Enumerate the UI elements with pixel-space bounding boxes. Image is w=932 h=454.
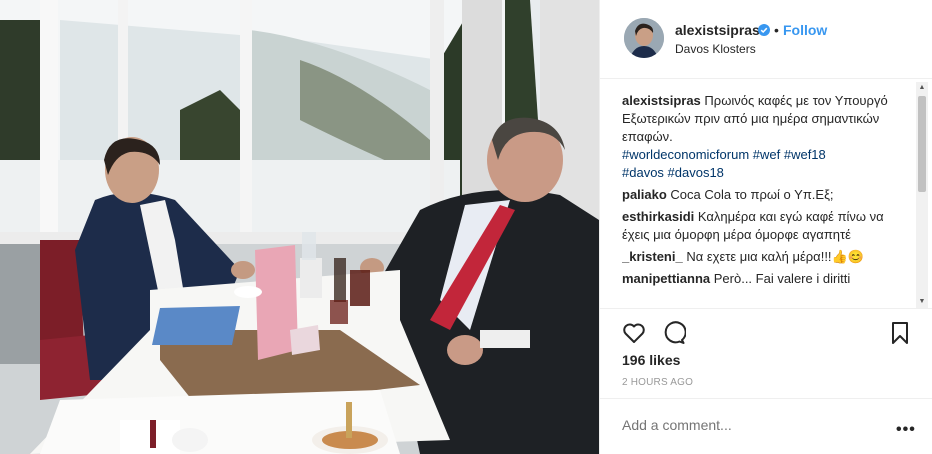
comment-username[interactable]: paliako [622, 187, 667, 202]
caption-hashtags-1[interactable]: #worldeconomicforum #wef #wef18 [622, 147, 826, 162]
post-photo[interactable] [0, 0, 599, 454]
follow-button[interactable]: Follow [783, 22, 827, 38]
comment-text: Coca Cola το πρωί ο Υπ.Εξ; [670, 187, 834, 202]
comment-username[interactable]: esthirkasidi [622, 209, 694, 224]
caption-hashtags-2[interactable]: #davos #davos18 [622, 165, 724, 180]
comment-username[interactable]: _kristeni_ [622, 249, 683, 264]
more-options-icon[interactable]: ••• [896, 421, 916, 439]
post-header: alexistsipras • Follow Davos Klosters [600, 0, 932, 79]
comment-item: manipettianna Però... Fai valere i dirit… [622, 270, 910, 288]
scroll-down-arrow-icon[interactable]: ▼ [916, 296, 928, 308]
separator-dot: • [774, 22, 779, 38]
action-bar [600, 308, 932, 350]
avatar-image [624, 18, 664, 58]
comment-text: Να εχετε μια καλή μέρα!!!👍😊 [686, 249, 864, 264]
comments-list[interactable]: alexistsipras Πρωινός καφές με τον Υπουρ… [622, 92, 910, 308]
comment-text: Però... Fai valere i diritti [713, 271, 851, 286]
bookmark-icon[interactable] [888, 321, 912, 345]
caption: alexistsipras Πρωινός καφές με τον Υπουρ… [622, 92, 910, 182]
add-comment-bar: ••• [600, 398, 932, 454]
username-link[interactable]: alexistsipras [675, 22, 760, 38]
comment-item: paliako Coca Cola το πρωί ο Υπ.Εξ; [622, 186, 910, 204]
verified-badge-icon [758, 24, 770, 36]
caption-username[interactable]: alexistsipras [622, 93, 701, 108]
likes-count[interactable]: 196 likes [622, 352, 680, 368]
avatar[interactable] [624, 18, 664, 58]
heart-icon[interactable] [622, 321, 646, 345]
location-link[interactable]: Davos Klosters [675, 42, 756, 56]
scrollbar-thumb[interactable] [918, 96, 926, 192]
comment-bubble-icon[interactable] [662, 321, 686, 345]
scroll-up-arrow-icon[interactable]: ▲ [916, 82, 928, 94]
comment-item: _kristeni_ Να εχετε μια καλή μέρα!!!👍😊 [622, 248, 910, 266]
comment-item: esthirkasidi Καλημέρα και εγώ καφέ πίνω … [622, 208, 910, 244]
post-timestamp[interactable]: 2 HOURS AGO [622, 377, 693, 388]
add-comment-input[interactable] [622, 417, 882, 433]
post-details-panel: alexistsipras • Follow Davos Klosters al… [599, 0, 932, 454]
photo-scene [0, 0, 599, 454]
comments-scrollbar[interactable]: ▲ ▼ [916, 82, 928, 308]
comment-username[interactable]: manipettianna [622, 271, 710, 286]
